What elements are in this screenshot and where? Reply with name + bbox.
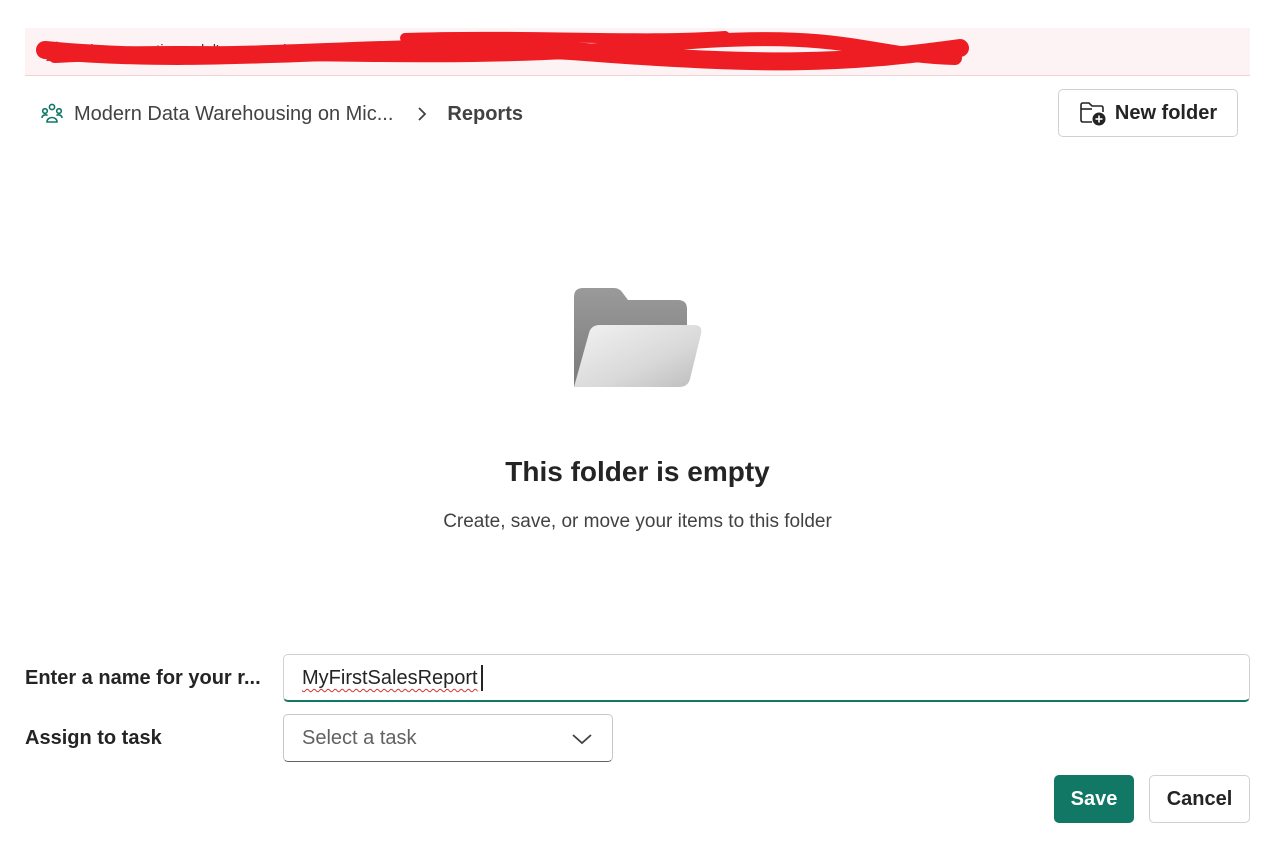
chevron-right-icon (418, 107, 427, 121)
task-dropdown[interactable]: Select a task (283, 714, 613, 762)
save-button[interactable]: Save (1054, 775, 1134, 823)
breadcrumb-current: Reports (447, 102, 523, 125)
report-name-value: MyFirstSalesReport (302, 667, 478, 689)
save-report-dialog: The semantic model's connection ... will… (0, 0, 1269, 862)
new-folder-button[interactable]: New folder (1058, 89, 1238, 137)
cancel-button[interactable]: Cancel (1149, 775, 1250, 823)
warning-icon (46, 41, 68, 61)
task-dropdown-placeholder: Select a task (302, 727, 417, 749)
workspace-icon (41, 103, 63, 123)
empty-state-subtitle: Create, save, or move your items to this… (443, 511, 832, 532)
breadcrumb-workspace[interactable]: Modern Data Warehousing on Mic... (74, 103, 393, 126)
text-caret (481, 665, 483, 691)
empty-state-title: This folder is empty (505, 456, 770, 487)
banner-message: The semantic model's connection ... will… (81, 42, 366, 59)
folder-add-icon (1080, 102, 1106, 126)
report-name-input[interactable]: MyFirstSalesReport (283, 654, 1250, 702)
chevron-down-icon (572, 734, 592, 745)
name-field-label: Enter a name for your r... (25, 667, 261, 689)
new-folder-label: New folder (1114, 101, 1218, 124)
task-field-label: Assign to task (25, 727, 162, 749)
open-folder-icon (574, 288, 702, 387)
warning-banner: The semantic model's connection ... will… (25, 28, 1250, 76)
breadcrumb: Modern Data Warehousing on Mic... Report… (40, 100, 523, 128)
